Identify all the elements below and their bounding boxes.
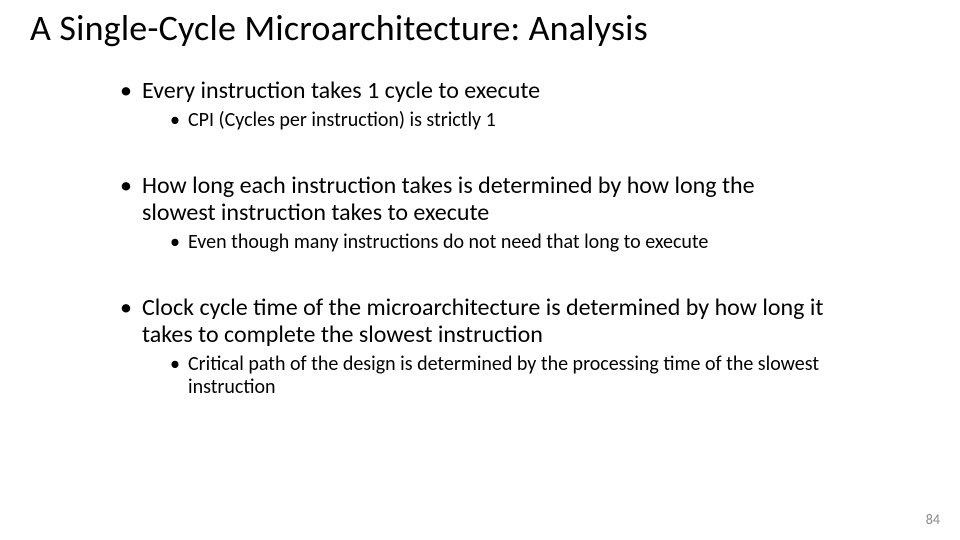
page-number: 84 — [926, 511, 940, 528]
bullet-text: How long each instruction takes is deter… — [142, 171, 755, 227]
bullet-list-level2: CPI (Cycles per instruction) is strictly… — [170, 109, 830, 131]
slide-body: Every instruction takes 1 cycle to execu… — [120, 78, 830, 440]
sub-bullet-text: Critical path of the design is determine… — [188, 352, 819, 398]
list-item: Clock cycle time of the microarchitectur… — [120, 295, 830, 398]
slide-title: A Single-Cycle Microarchitecture: Analys… — [30, 6, 930, 50]
sub-bullet-text: Even though many instructions do not nee… — [188, 230, 708, 254]
bullet-list-level2: Even though many instructions do not nee… — [170, 231, 830, 253]
list-item: Even though many instructions do not nee… — [170, 231, 830, 253]
sub-bullet-text: CPI (Cycles per instruction) is strictly… — [188, 108, 496, 132]
list-item: Every instruction takes 1 cycle to execu… — [120, 78, 830, 131]
list-item: Critical path of the design is determine… — [170, 353, 830, 398]
bullet-text: Every instruction takes 1 cycle to execu… — [142, 76, 540, 105]
bullet-list-level1: Every instruction takes 1 cycle to execu… — [120, 78, 830, 398]
slide: A Single-Cycle Microarchitecture: Analys… — [0, 0, 960, 540]
bullet-list-level2: Critical path of the design is determine… — [170, 353, 830, 398]
list-item: How long each instruction takes is deter… — [120, 173, 830, 253]
list-item: CPI (Cycles per instruction) is strictly… — [170, 109, 830, 131]
bullet-text: Clock cycle time of the microarchitectur… — [142, 293, 823, 349]
